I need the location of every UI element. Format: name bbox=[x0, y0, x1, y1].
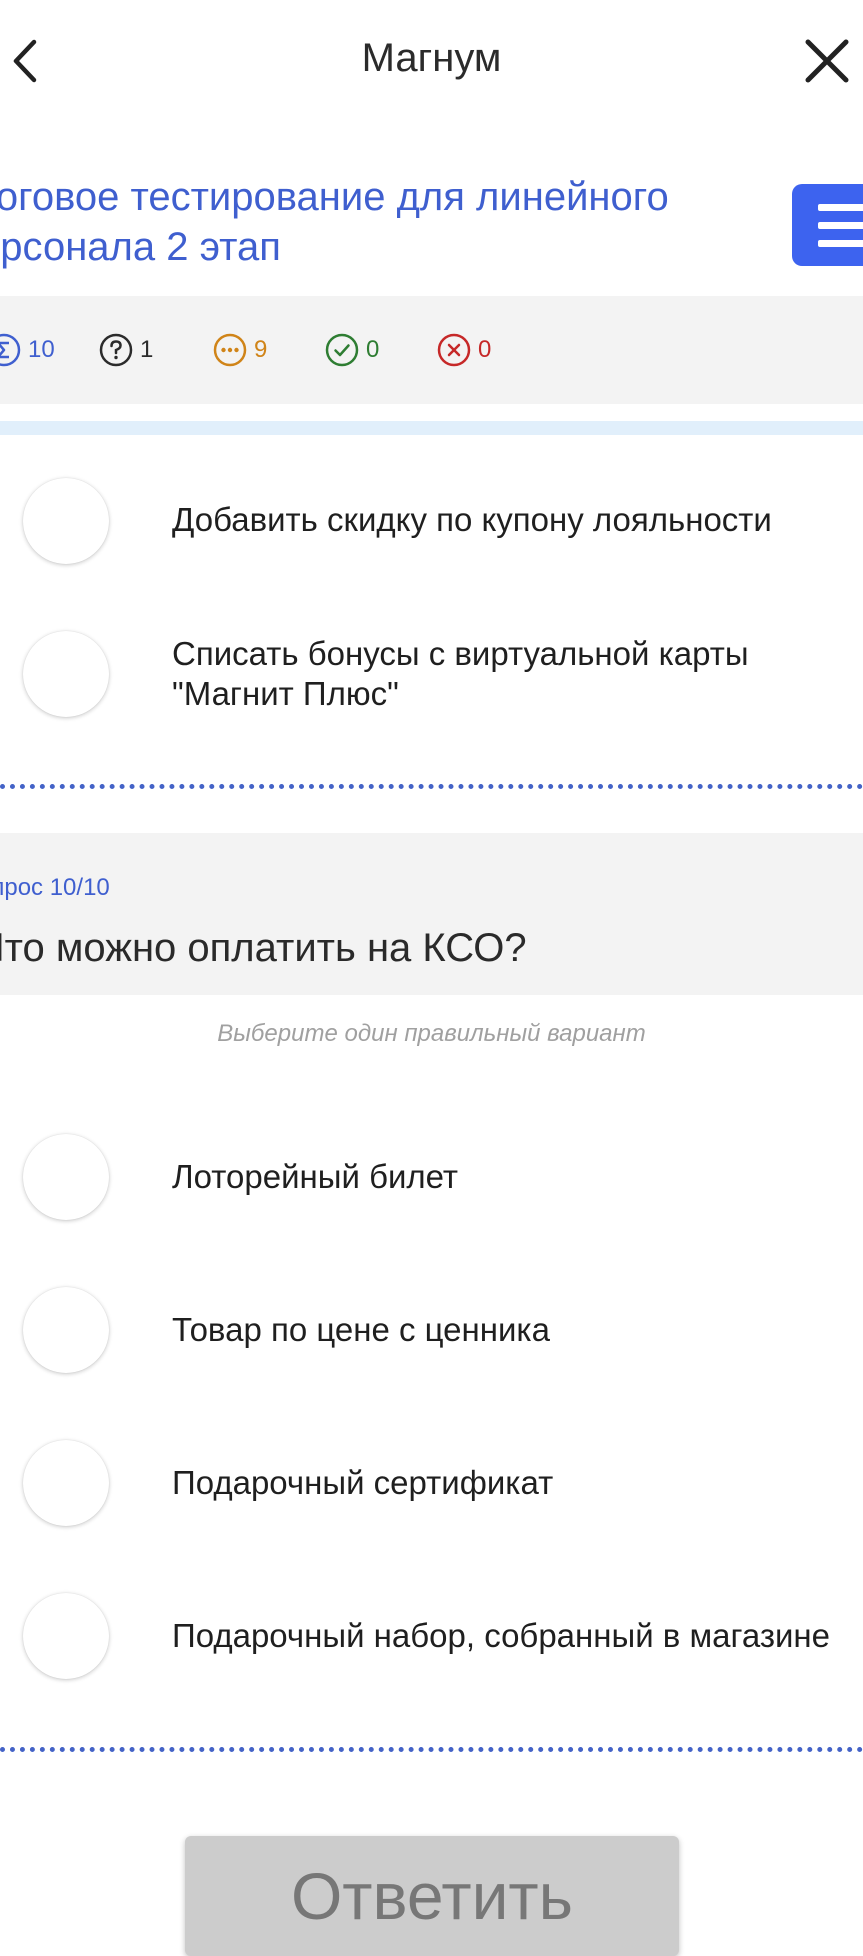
radio-button[interactable] bbox=[23, 631, 109, 717]
test-title: тоговое тестирование для линейного ерсон… bbox=[0, 175, 669, 269]
menu-button[interactable] bbox=[792, 184, 863, 266]
radio-button[interactable] bbox=[23, 1593, 109, 1679]
close-button[interactable] bbox=[800, 34, 854, 88]
question-text: Что можно оплатить на КСО? bbox=[0, 926, 527, 970]
dotted-separator bbox=[0, 1747, 863, 1752]
option-label[interactable]: Подарочный сертификат bbox=[172, 1463, 863, 1503]
radio-button[interactable] bbox=[23, 1440, 109, 1526]
option-label[interactable]: Товар по цене с ценника bbox=[172, 1310, 863, 1350]
close-icon bbox=[805, 39, 849, 83]
radio-button[interactable] bbox=[23, 1134, 109, 1220]
submit-button[interactable]: Ответить bbox=[185, 1836, 679, 1956]
radio-button[interactable] bbox=[23, 1287, 109, 1373]
option-label[interactable]: Списать бонусы с виртуальной карты "Магн… bbox=[172, 634, 863, 714]
divider-strip bbox=[0, 421, 863, 435]
more-dots-icon bbox=[213, 333, 247, 367]
stat-total: 10 bbox=[0, 332, 55, 368]
x-circle-icon bbox=[437, 333, 471, 367]
sum-icon bbox=[0, 333, 21, 367]
option-label[interactable]: Добавить скидку по купону лояльности bbox=[172, 500, 863, 540]
option-label[interactable]: Лоторейный билет bbox=[172, 1157, 863, 1197]
check-circle-icon bbox=[325, 333, 359, 367]
app-title: Магнум bbox=[361, 36, 502, 80]
question-circle-icon bbox=[99, 333, 133, 367]
question-counter: опрос 10/10 bbox=[0, 874, 110, 901]
dotted-separator bbox=[0, 784, 863, 789]
app-header: Магнум bbox=[0, 0, 863, 120]
stat-incorrect: 0 bbox=[436, 332, 491, 368]
option-label[interactable]: Подарочный набор, собранный в магазине bbox=[172, 1616, 862, 1656]
radio-button[interactable] bbox=[23, 478, 109, 564]
stat-pending: 9 bbox=[212, 332, 267, 368]
answer-hint: Выберите один правильный вариант bbox=[217, 1020, 646, 1047]
stat-unanswered: 1 bbox=[98, 332, 153, 368]
stat-correct: 0 bbox=[324, 332, 379, 368]
